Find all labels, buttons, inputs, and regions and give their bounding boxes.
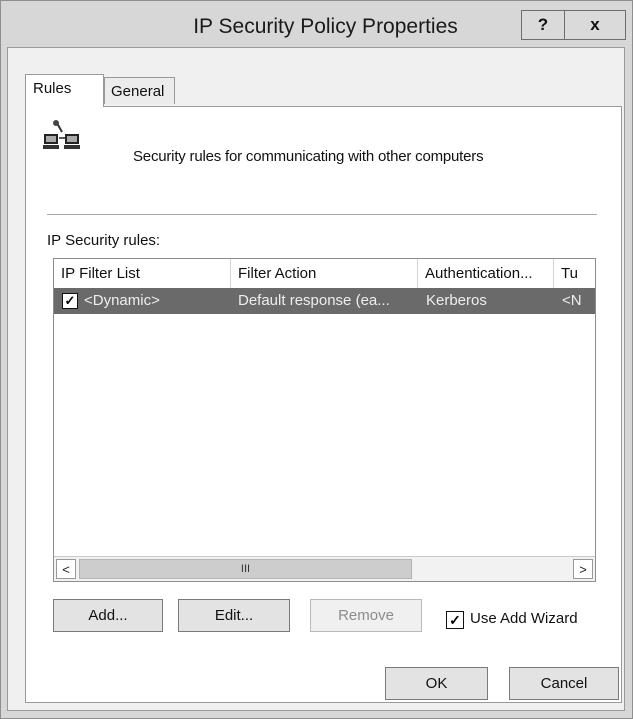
cell-ip-filter-list: <Dynamic> (84, 292, 160, 309)
column-header-authentication[interactable]: Authentication... (418, 259, 554, 288)
cell-authentication: Kerberos (426, 292, 487, 309)
column-header-filter-action[interactable]: Filter Action (231, 259, 418, 288)
scroll-left-button[interactable]: < (56, 559, 76, 579)
add-button[interactable]: Add... (53, 599, 163, 632)
scrollbar-thumb[interactable]: III (79, 559, 412, 579)
edit-button[interactable]: Edit... (178, 599, 290, 632)
remove-button[interactable]: Remove (310, 599, 422, 632)
rule-enabled-checkbox[interactable]: ✓ (62, 293, 78, 309)
table-row[interactable]: ✓ <Dynamic> Default response (ea... Kerb… (54, 288, 595, 314)
use-add-wizard-label[interactable]: Use Add Wizard (470, 610, 578, 627)
column-header-ip-filter-list[interactable]: IP Filter List (54, 259, 231, 288)
tab-rules[interactable]: Rules (25, 74, 104, 107)
ip-security-rules-label: IP Security rules: (47, 232, 161, 249)
column-header-tunnel[interactable]: Tu (554, 259, 595, 288)
network-computers-icon (43, 120, 80, 149)
cell-filter-action: Default response (ea... (238, 292, 390, 309)
cancel-button[interactable]: Cancel (509, 667, 619, 700)
tab-general[interactable]: General (104, 77, 175, 104)
ok-button[interactable]: OK (385, 667, 488, 700)
cell-tunnel: <N (562, 292, 582, 309)
help-button[interactable]: ? (521, 10, 565, 40)
scroll-right-button[interactable]: > (573, 559, 593, 579)
intro-text: Security rules for communicating with ot… (133, 148, 484, 165)
horizontal-scrollbar[interactable]: < III > (54, 556, 595, 581)
use-add-wizard-checkbox[interactable]: ✓ (446, 611, 464, 629)
rules-listview[interactable]: IP Filter List Filter Action Authenticat… (53, 258, 596, 582)
listview-header: IP Filter List Filter Action Authenticat… (54, 259, 595, 288)
close-button[interactable]: x (564, 10, 626, 40)
separator (47, 214, 597, 215)
